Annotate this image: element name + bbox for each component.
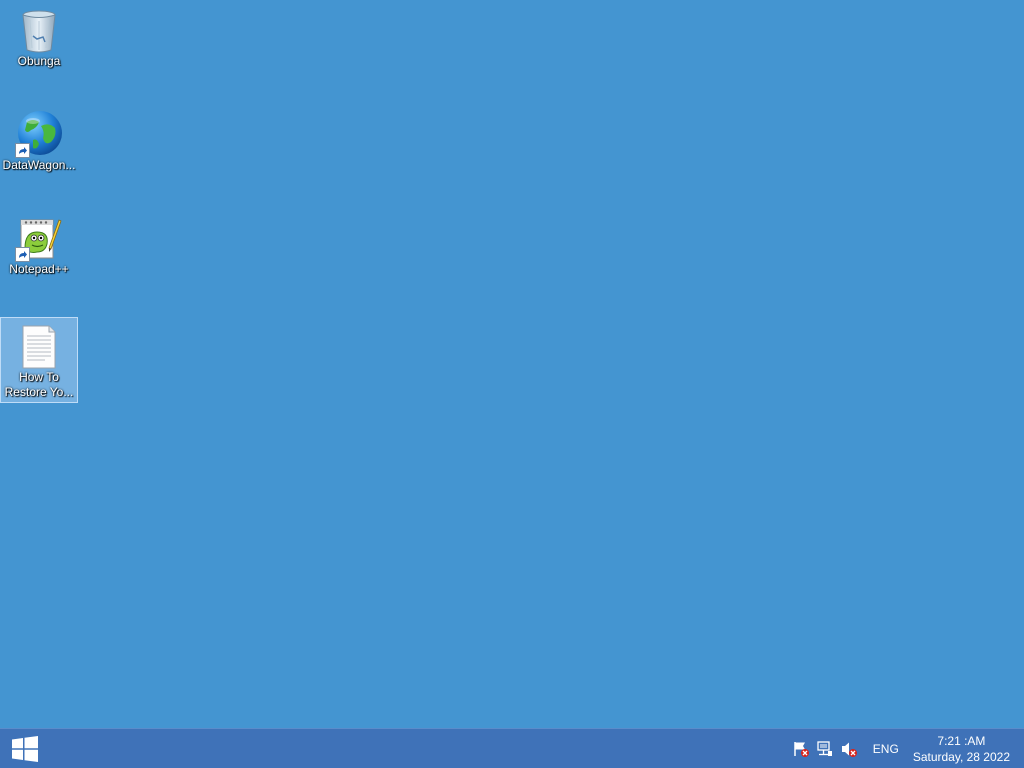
language-indicator[interactable]: ENG — [873, 742, 899, 756]
taskbar: ENG 7:21 :AM Saturday, 28 2022 — [0, 728, 1024, 768]
desktop-icon-label: DataWagon... — [2, 158, 76, 172]
system-tray: ENG 7:21 :AM Saturday, 28 2022 — [789, 729, 1024, 768]
shortcut-arrow-icon — [15, 247, 30, 262]
desktop-icon-datawagon[interactable]: DataWagon... — [0, 106, 78, 192]
desktop-icon-notepad-plus-plus[interactable]: Notepad++ — [0, 210, 78, 296]
windows-logo-icon — [12, 735, 38, 762]
shortcut-arrow-icon — [15, 143, 30, 158]
desktop-icon-label: Obunga — [17, 54, 61, 68]
start-button[interactable] — [0, 729, 50, 768]
desktop-icon-recycle-bin[interactable]: Obunga — [0, 2, 78, 88]
desktop[interactable]: Obunga DataWagon... Notepad++ How To Res… — [0, 0, 1024, 728]
clock-time: 7:21 :AM — [937, 733, 986, 748]
action-center-flag-icon[interactable] — [792, 740, 810, 758]
clock-date: Saturday, 28 2022 — [912, 749, 1010, 764]
text-document-icon — [15, 322, 63, 370]
notepad-plus-plus-icon — [15, 214, 63, 262]
desktop-icon-text-document[interactable]: How To Restore Yo... — [0, 317, 78, 403]
volume-muted-icon[interactable] — [840, 740, 858, 758]
network-icon[interactable] — [816, 740, 834, 758]
desktop-icon-label: How To Restore Yo... — [4, 370, 74, 399]
recycle-bin-icon — [15, 6, 63, 54]
globe-icon — [15, 110, 63, 158]
clock[interactable]: 7:21 :AM Saturday, 28 2022 — [913, 733, 1010, 765]
desktop-icon-label: Notepad++ — [9, 262, 69, 276]
